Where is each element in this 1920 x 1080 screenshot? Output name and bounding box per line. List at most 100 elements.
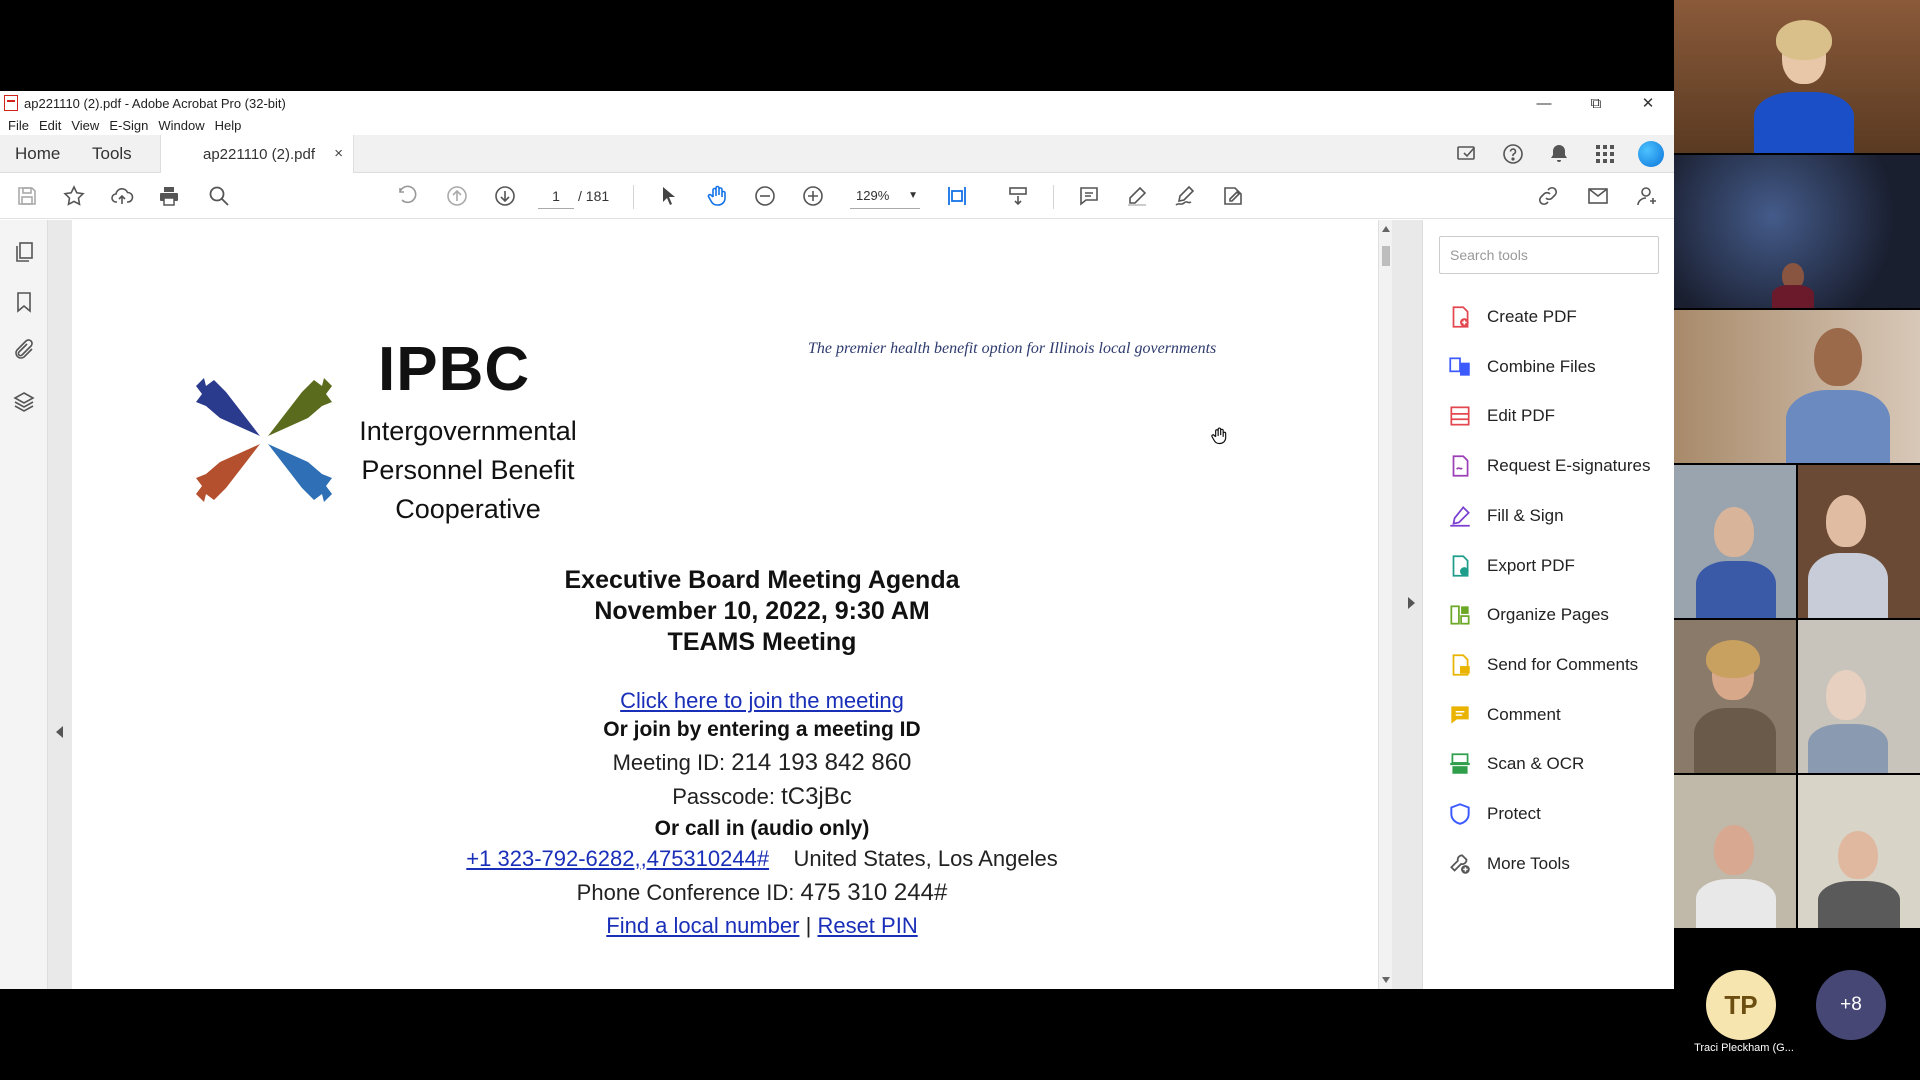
- more-participants-button[interactable]: +8: [1816, 970, 1886, 1040]
- participant-video[interactable]: [1674, 310, 1920, 463]
- notifications-bell-icon[interactable]: [1546, 141, 1572, 167]
- fill-sign-icon: [1450, 505, 1470, 527]
- document-view[interactable]: IPBC Intergovernmental Personnel Benefit…: [48, 220, 1422, 989]
- participant-avatar[interactable]: TP: [1706, 970, 1776, 1040]
- share-link-icon[interactable]: [1534, 183, 1562, 209]
- search-tools-input[interactable]: Search tools: [1439, 236, 1659, 274]
- zoom-level-select[interactable]: 129% ▼: [850, 183, 920, 209]
- scroll-down-icon[interactable]: [1382, 977, 1390, 983]
- page-thumbnails-icon[interactable]: [12, 240, 36, 264]
- account-avatar[interactable]: [1638, 141, 1664, 167]
- bookmark-star-icon[interactable]: [60, 183, 88, 209]
- tool-item-label: Export PDF: [1487, 555, 1575, 575]
- pdf-page: IPBC Intergovernmental Personnel Benefit…: [72, 220, 1378, 989]
- scroll-up-icon[interactable]: [1382, 226, 1390, 232]
- tab-tools[interactable]: Tools: [92, 135, 132, 173]
- expand-right-pane-icon[interactable]: [1408, 597, 1415, 609]
- participant-video[interactable]: [1798, 620, 1920, 773]
- zoom-in-icon[interactable]: [799, 183, 827, 209]
- layers-icon[interactable]: [12, 390, 36, 414]
- tool-item-export-pdf[interactable]: Export PDF: [1447, 551, 1575, 581]
- hand-cursor-icon: [1211, 427, 1227, 445]
- phone-number-link[interactable]: +1 323-792-6282,,475310244#: [466, 846, 769, 871]
- passcode-line: Passcode: tC3jBc: [432, 783, 1092, 811]
- collapse-left-pane-icon[interactable]: [56, 726, 63, 738]
- hand-tool-icon[interactable]: [703, 183, 731, 209]
- conference-id-line: Phone Conference ID: 475 310 244#: [432, 879, 1092, 907]
- menu-esign[interactable]: E-Sign: [109, 118, 148, 133]
- next-page-icon[interactable]: [491, 183, 519, 209]
- link-separator: |: [805, 913, 812, 938]
- minimize-button[interactable]: —: [1518, 91, 1570, 115]
- org-name-line-1: Intergovernmental: [359, 416, 577, 446]
- menu-view[interactable]: View: [71, 118, 99, 133]
- comment-tool-icon[interactable]: [1075, 183, 1103, 209]
- participant-video[interactable]: [1674, 465, 1796, 618]
- tab-document[interactable]: ap221110 (2).pdf ×: [160, 135, 354, 174]
- call-in-text: Or call in (audio only): [654, 817, 870, 840]
- upload-cloud-icon[interactable]: [108, 183, 136, 209]
- undo-icon[interactable]: [394, 183, 422, 209]
- save-icon[interactable]: [13, 183, 41, 209]
- protect-icon: [1450, 803, 1470, 825]
- join-meeting-link[interactable]: Click here to join the meeting: [620, 688, 904, 713]
- chevron-down-icon: ▼: [908, 190, 918, 201]
- find-local-number-link[interactable]: Find a local number: [606, 913, 799, 938]
- tab-home[interactable]: Home: [15, 135, 60, 173]
- menu-file[interactable]: File: [8, 118, 29, 133]
- tool-item-request-e-signatures[interactable]: Request E-signatures: [1447, 451, 1650, 481]
- participant-video[interactable]: [1798, 465, 1920, 618]
- logo-title: IPBC: [378, 335, 531, 404]
- email-icon[interactable]: [1584, 183, 1612, 209]
- zoom-out-icon[interactable]: [751, 183, 779, 209]
- page-number-input[interactable]: 1: [538, 183, 574, 209]
- participant-video[interactable]: [1674, 620, 1796, 773]
- tool-item-fill-sign[interactable]: Fill & Sign: [1447, 501, 1564, 531]
- apps-grid-icon[interactable]: [1592, 141, 1618, 167]
- restore-button[interactable]: ⧉: [1570, 91, 1622, 115]
- more-tools-icon: [1450, 854, 1470, 874]
- conference-id-value: 475 310 244#: [800, 879, 948, 906]
- tool-item-edit-pdf[interactable]: Edit PDF: [1447, 401, 1555, 431]
- or-join-text: Or join by entering a meeting ID: [603, 718, 921, 741]
- share-screen-icon[interactable]: [1454, 141, 1480, 167]
- previous-page-icon[interactable]: [443, 183, 471, 209]
- menu-help[interactable]: Help: [215, 118, 242, 133]
- tool-item-combine-files[interactable]: Combine Files: [1447, 352, 1596, 382]
- participant-video[interactable]: [1798, 775, 1920, 928]
- tool-item-send-for-comments[interactable]: Send for Comments: [1447, 650, 1638, 680]
- tool-item-create-pdf[interactable]: Create PDF: [1447, 302, 1577, 332]
- tool-item-more-tools[interactable]: More Tools: [1447, 849, 1570, 879]
- tool-item-label: Combine Files: [1487, 356, 1596, 376]
- tool-item-scan-ocr[interactable]: Scan & OCR: [1447, 749, 1584, 779]
- bookmarks-icon[interactable]: [12, 290, 36, 314]
- menu-window[interactable]: Window: [158, 118, 204, 133]
- participant-video[interactable]: [1674, 775, 1796, 928]
- join-link-line: Click here to join the meeting: [432, 688, 1092, 714]
- reset-pin-link[interactable]: Reset PIN: [817, 913, 917, 938]
- find-search-icon[interactable]: [205, 183, 233, 209]
- fit-page-icon[interactable]: [943, 183, 971, 209]
- redact-edit-icon[interactable]: [1219, 183, 1247, 209]
- help-icon[interactable]: [1500, 141, 1526, 167]
- add-user-icon[interactable]: [1633, 183, 1661, 209]
- scrollbar-thumb[interactable]: [1382, 246, 1390, 266]
- meeting-id-value: 214 193 842 860: [731, 749, 912, 776]
- participant-video[interactable]: [1674, 0, 1920, 153]
- tool-item-comment[interactable]: Comment: [1447, 700, 1561, 730]
- select-arrow-icon[interactable]: [655, 183, 683, 209]
- close-tab-icon[interactable]: ×: [334, 145, 343, 162]
- close-window-button[interactable]: ✕: [1622, 91, 1674, 115]
- sign-icon[interactable]: [1171, 183, 1199, 209]
- menu-edit[interactable]: Edit: [39, 118, 61, 133]
- comment-icon: [1451, 705, 1469, 724]
- scroll-mode-icon[interactable]: [1004, 183, 1032, 209]
- links-line: Find a local number | Reset PIN: [432, 913, 1092, 939]
- print-icon[interactable]: [155, 183, 183, 209]
- vertical-scrollbar[interactable]: [1378, 220, 1392, 989]
- tool-item-organize-pages[interactable]: Organize Pages: [1447, 600, 1609, 630]
- highlight-pen-icon[interactable]: [1123, 183, 1151, 209]
- participant-video[interactable]: [1674, 155, 1920, 308]
- attachments-paperclip-icon[interactable]: [12, 338, 36, 362]
- tool-item-protect[interactable]: Protect: [1447, 799, 1541, 829]
